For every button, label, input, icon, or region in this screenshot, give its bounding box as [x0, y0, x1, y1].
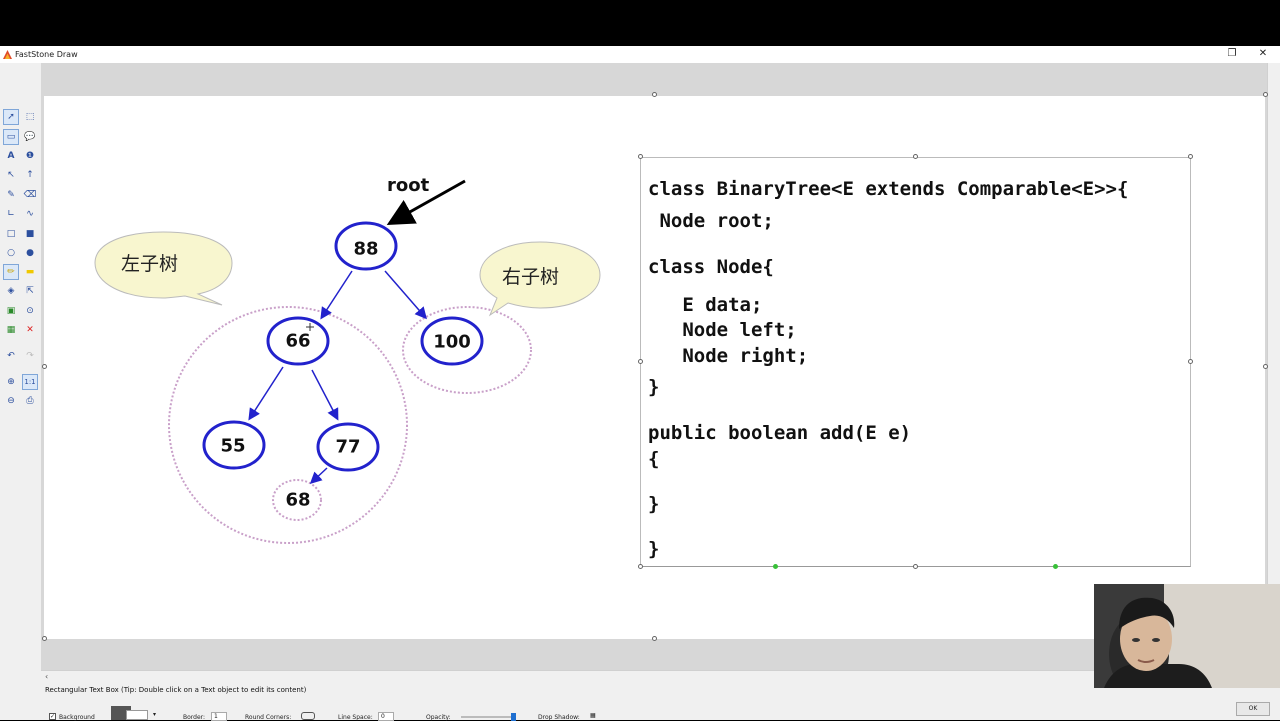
edge-77-68: [309, 467, 328, 485]
textbox-handle-b2[interactable]: [1053, 564, 1058, 569]
canvas-handle-right[interactable]: [1263, 364, 1268, 369]
code-text-box[interactable]: class BinaryTree<E extends Comparable<E>…: [640, 157, 1191, 567]
properties-bar: ✓ Background ▾ Border: 1 Round Corners: …: [41, 700, 1280, 721]
drop-shadow-icon[interactable]: ▦: [590, 712, 596, 719]
canvas-handle-bottom[interactable]: [652, 636, 657, 641]
horizontal-scrollbar[interactable]: ‹: [41, 670, 1267, 683]
round-corners-icon[interactable]: [301, 712, 315, 720]
textbox-handle-l[interactable]: [638, 359, 643, 364]
edge-88-100: [384, 270, 427, 320]
code-line-1: class BinaryTree<E extends Comparable<E>…: [648, 178, 1129, 200]
canvas-handle-top-right[interactable]: [1263, 92, 1268, 97]
edge-66-77: [311, 369, 339, 421]
restore-button[interactable]: ❐: [1223, 47, 1241, 61]
node-value: 77: [335, 437, 360, 458]
tree-node-77: 77: [316, 422, 380, 472]
code-line-3: class Node{: [648, 256, 774, 278]
scroll-left-icon[interactable]: ‹: [45, 672, 48, 681]
opacity-slider[interactable]: [461, 716, 516, 718]
edge-88-66: [320, 270, 353, 320]
textbox-handle-t[interactable]: [913, 154, 918, 159]
right-subtree-label: 右子树: [502, 266, 559, 288]
left-subtree-label: 左子树: [121, 253, 178, 275]
textbox-handle-tr[interactable]: [1188, 154, 1193, 159]
canvas-handle-top[interactable]: [652, 92, 657, 97]
vertical-scrollbar[interactable]: [1267, 63, 1280, 672]
tree-node-100: 100: [420, 316, 484, 366]
canvas-handle-bottom-left[interactable]: [42, 636, 47, 641]
textbox-handle-b[interactable]: [913, 564, 918, 569]
edge-66-55: [248, 366, 284, 421]
close-button[interactable]: ✕: [1254, 47, 1272, 61]
code-line-8: public boolean add(E e): [648, 422, 912, 444]
color-dropdown-icon[interactable]: ▾: [153, 711, 156, 718]
foreground-color-swatch[interactable]: [126, 710, 148, 720]
code-line-9: {: [648, 448, 660, 470]
node-value: 66: [285, 331, 310, 352]
binary-tree-diagram: 左子树 右子树 root 88 66 100 55 77 68: [94, 175, 601, 544]
code-line-11: }: [648, 538, 660, 560]
background-checkbox[interactable]: ✓: [49, 713, 56, 720]
root-label: root: [387, 175, 430, 196]
textbox-handle-tl[interactable]: [638, 154, 643, 159]
node-value: 88: [353, 239, 378, 260]
code-line-4: E data;: [648, 294, 763, 316]
presenter-video: [1094, 584, 1280, 688]
tree-node-68: 68: [285, 490, 310, 511]
webcam-overlay: [1094, 584, 1280, 688]
code-line-10: }: [648, 493, 660, 515]
code-line-6: Node right;: [648, 345, 809, 367]
textbox-handle-b1[interactable]: [773, 564, 778, 569]
tree-node-55: 55: [202, 420, 266, 470]
code-line-7: }: [648, 376, 660, 398]
code-line-2: Node root;: [648, 210, 774, 232]
tree-node-66: 66: [266, 316, 330, 366]
ok-button[interactable]: OK: [1236, 702, 1270, 716]
textbox-handle-bl[interactable]: [638, 564, 643, 569]
code-line-5: Node left;: [648, 319, 797, 341]
tree-node-88: 88: [334, 221, 398, 271]
status-tip: Rectangular Text Box (Tip: Double click …: [45, 686, 307, 694]
node-value: 100: [433, 332, 471, 353]
textbox-handle-r[interactable]: [1188, 359, 1193, 364]
node-value: 55: [220, 436, 245, 457]
